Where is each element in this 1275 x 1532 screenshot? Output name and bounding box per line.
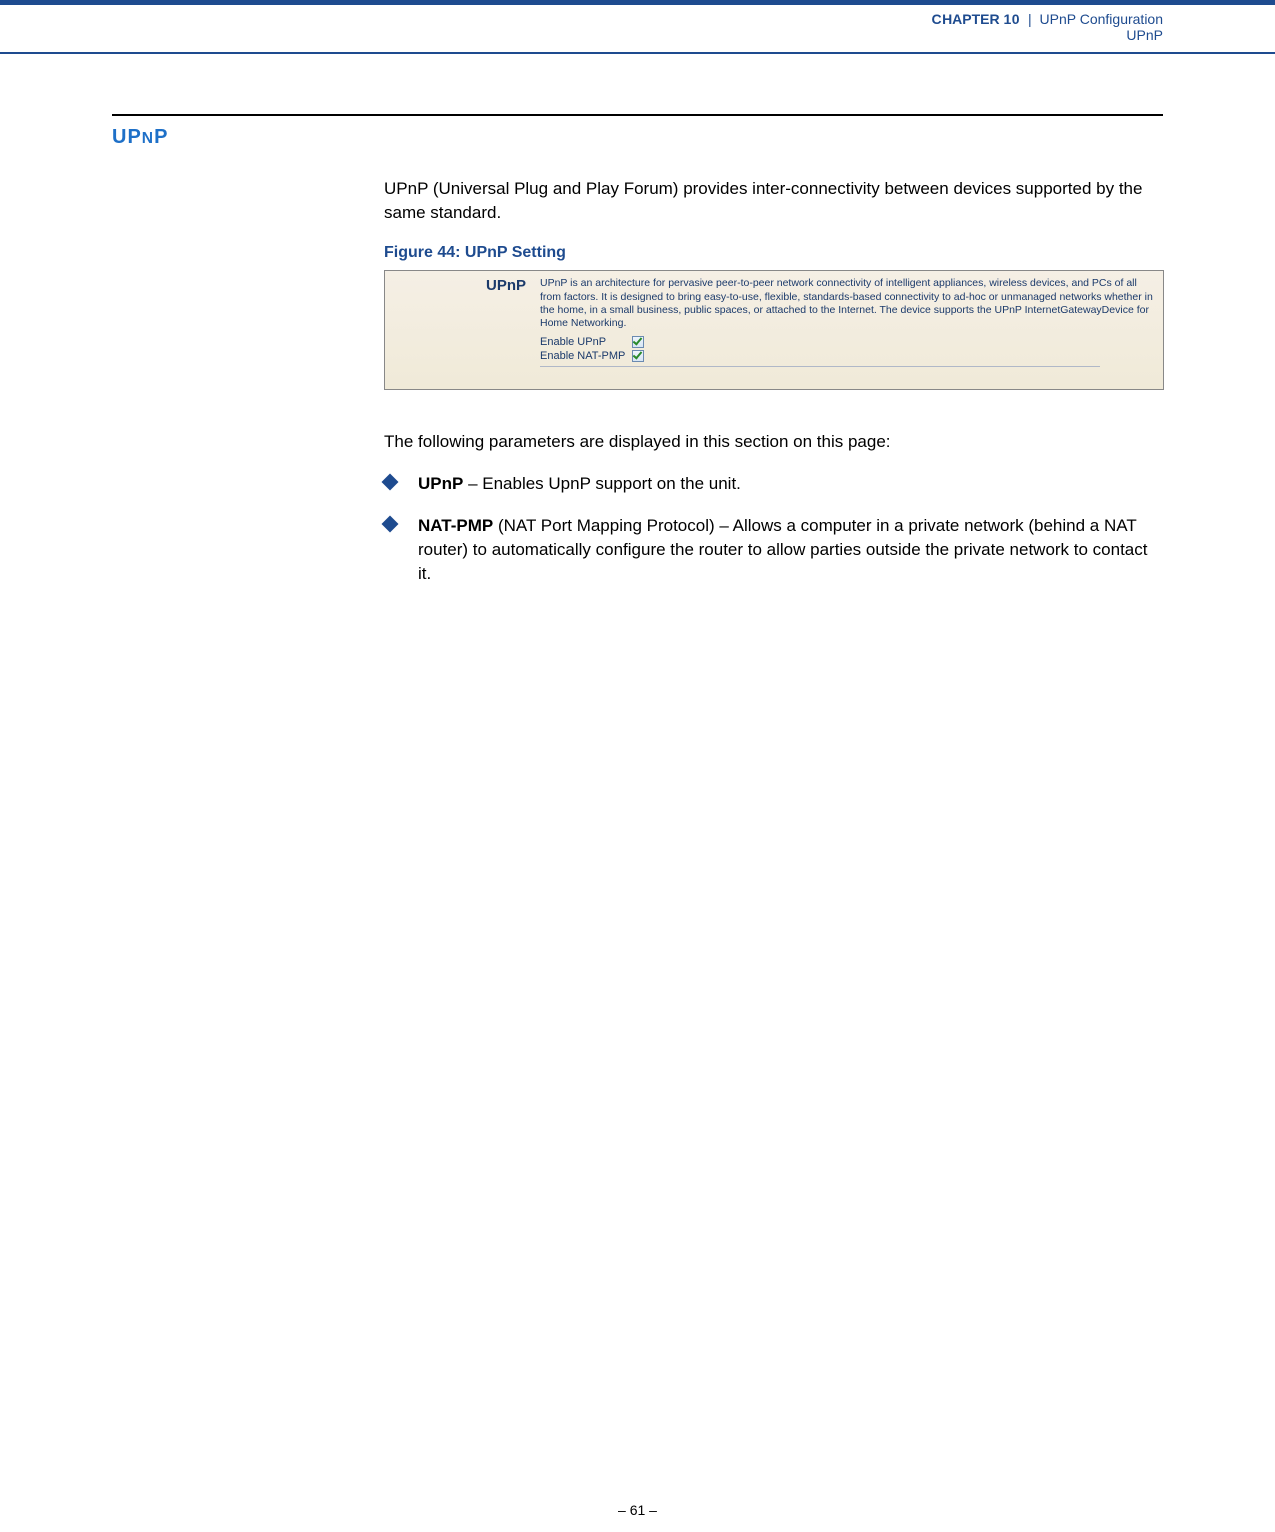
chapter-label-first: C bbox=[931, 11, 942, 27]
list-item: UPnP – Enables UpnP support on the unit. bbox=[384, 472, 1164, 496]
header-section: UPnP bbox=[0, 27, 1275, 44]
figure-description: UPnP is an architecture for pervasive pe… bbox=[540, 277, 1153, 330]
intro-paragraph: UPnP (Universal Plug and Play Forum) pro… bbox=[384, 177, 1164, 225]
section-title-post: P bbox=[154, 126, 168, 148]
footer-dash-post: – bbox=[645, 1502, 657, 1518]
checkbox-natpmp[interactable] bbox=[632, 350, 644, 362]
bullet-desc: (NAT Port Mapping Protocol) – Allows a c… bbox=[418, 516, 1148, 583]
figure-caption-title: UPnP Setting bbox=[465, 244, 566, 261]
section-title-small: N bbox=[142, 130, 154, 147]
bullet-term: UPnP bbox=[418, 474, 463, 493]
chapter-number: 10 bbox=[1004, 11, 1021, 27]
footer-dash-pre: – bbox=[618, 1502, 630, 1518]
chapter-label-rest: HAPTER bbox=[942, 11, 1000, 27]
bullet-list: UPnP – Enables UpnP support on the unit.… bbox=[384, 472, 1164, 585]
figure-right-column: UPnP is an architecture for pervasive pe… bbox=[532, 273, 1161, 387]
figure-option-upnp: Enable UPnP bbox=[540, 336, 1153, 348]
diamond-bullet-icon bbox=[382, 474, 399, 491]
option-label-upnp: Enable UPnP bbox=[540, 336, 632, 348]
list-item: NAT-PMP (NAT Port Mapping Protocol) – Al… bbox=[384, 514, 1164, 585]
section-title: UPNP bbox=[112, 126, 1163, 149]
figure-frame: UPnP UPnP is an architecture for pervasi… bbox=[384, 270, 1164, 390]
diamond-bullet-icon bbox=[382, 515, 399, 532]
bullet-desc: – Enables UpnP support on the unit. bbox=[463, 474, 741, 493]
page-number: 61 bbox=[630, 1502, 646, 1518]
page-footer: – 61 – bbox=[0, 1502, 1275, 1518]
figure-left-label: UPnP bbox=[486, 277, 526, 387]
header-divider: | bbox=[1028, 11, 1032, 27]
figure-caption: Figure 44: UPnP Setting bbox=[384, 244, 1164, 262]
figure-caption-prefix: Figure 44: bbox=[384, 244, 465, 261]
params-intro: The following parameters are displayed i… bbox=[384, 430, 1164, 454]
chapter-title: UPnP Configuration bbox=[1040, 11, 1163, 27]
page-header: CHAPTER 10 | UPnP Configuration bbox=[0, 5, 1275, 27]
option-label-natpmp: Enable NAT-PMP bbox=[540, 350, 632, 362]
checkbox-upnp[interactable] bbox=[632, 336, 644, 348]
section-title-pre: UP bbox=[112, 126, 142, 148]
section-rule bbox=[112, 114, 1163, 116]
figure-inner-rule bbox=[540, 366, 1100, 367]
figure-option-natpmp: Enable NAT-PMP bbox=[540, 350, 1153, 362]
bullet-term: NAT-PMP bbox=[418, 516, 493, 535]
figure-left-column: UPnP bbox=[387, 273, 532, 387]
